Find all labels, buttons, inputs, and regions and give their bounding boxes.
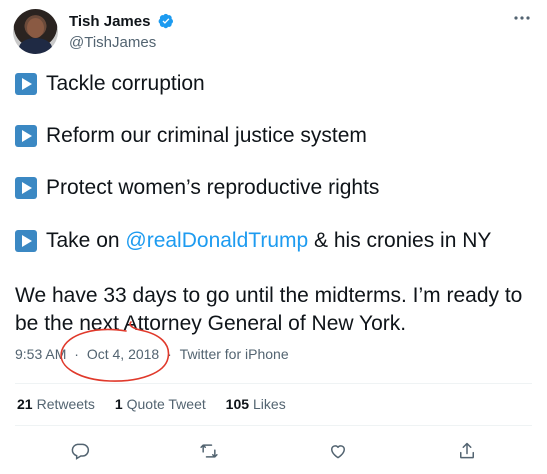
likes-count: 105	[225, 396, 250, 412]
share-button[interactable]	[454, 438, 480, 464]
reply-icon	[71, 443, 89, 460]
tweet-source[interactable]: Twitter for iPhone	[180, 346, 289, 362]
retweet-icon	[200, 444, 218, 458]
bullet-text-suffix: & his cronies in NY	[308, 229, 492, 252]
handle[interactable]: @TishJames	[69, 33, 174, 53]
play-button-icon	[15, 73, 37, 95]
verified-icon	[158, 13, 173, 29]
likes-label: Likes	[253, 396, 286, 412]
retweets-count: 21	[17, 396, 33, 412]
bullet-text: Protect women’s reproductive rights	[46, 176, 380, 199]
like-icon	[331, 445, 346, 459]
author-names: Tish James @TishJames	[69, 12, 174, 53]
play-button-icon	[15, 230, 37, 252]
closing-text: We have 33 days to go until the midterms…	[15, 284, 523, 335]
bullet-text: Reform our criminal justice system	[46, 124, 367, 147]
tweet-time[interactable]: 9:53 AM	[15, 346, 66, 362]
bullet-item: Protect women’s reproductive rights	[15, 174, 379, 202]
play-button-icon	[15, 125, 37, 147]
divider	[15, 383, 532, 384]
bullet-item: Take on @realDonaldTrump & his cronies i…	[15, 227, 491, 255]
quotes-stat[interactable]: 1 Quote Tweet	[115, 396, 206, 412]
meta-separator: ·	[74, 346, 79, 362]
bullet-item: Tackle corruption	[15, 70, 205, 98]
more-icon[interactable]	[511, 13, 533, 31]
avatar-body	[19, 38, 52, 54]
action-bar	[15, 438, 532, 464]
tweet-date[interactable]: Oct 4, 2018	[87, 346, 159, 362]
divider	[15, 425, 532, 426]
retweets-label: Retweets	[36, 396, 95, 412]
tweet-header: Tish James @TishJames	[13, 9, 533, 59]
tweet-stats: 21 Retweets 1 Quote Tweet 105 Likes	[17, 396, 302, 412]
bullet-item: Reform our criminal justice system	[15, 122, 367, 150]
meta-separator: ·	[167, 346, 172, 362]
quotes-count: 1	[114, 396, 123, 412]
avatar-face	[27, 18, 44, 38]
tweet-meta: 9:53 AM · Oct 4, 2018 · Twitter for iPho…	[15, 346, 289, 362]
play-button-icon	[15, 177, 37, 199]
reply-button[interactable]	[67, 438, 93, 464]
likes-stat[interactable]: 105 Likes	[226, 396, 286, 412]
quotes-label: Quote Tweet	[126, 396, 206, 412]
mention-link[interactable]: @realDonaldTrump	[125, 227, 308, 255]
display-name[interactable]: Tish James	[69, 12, 150, 32]
retweet-button[interactable]	[196, 438, 222, 464]
like-button[interactable]	[325, 438, 351, 464]
bullet-text: Tackle corruption	[46, 72, 205, 95]
share-icon	[460, 442, 475, 459]
bullet-text-prefix: Take on	[46, 229, 126, 252]
avatar[interactable]	[13, 9, 58, 54]
retweets-stat[interactable]: 21 Retweets	[17, 396, 95, 412]
